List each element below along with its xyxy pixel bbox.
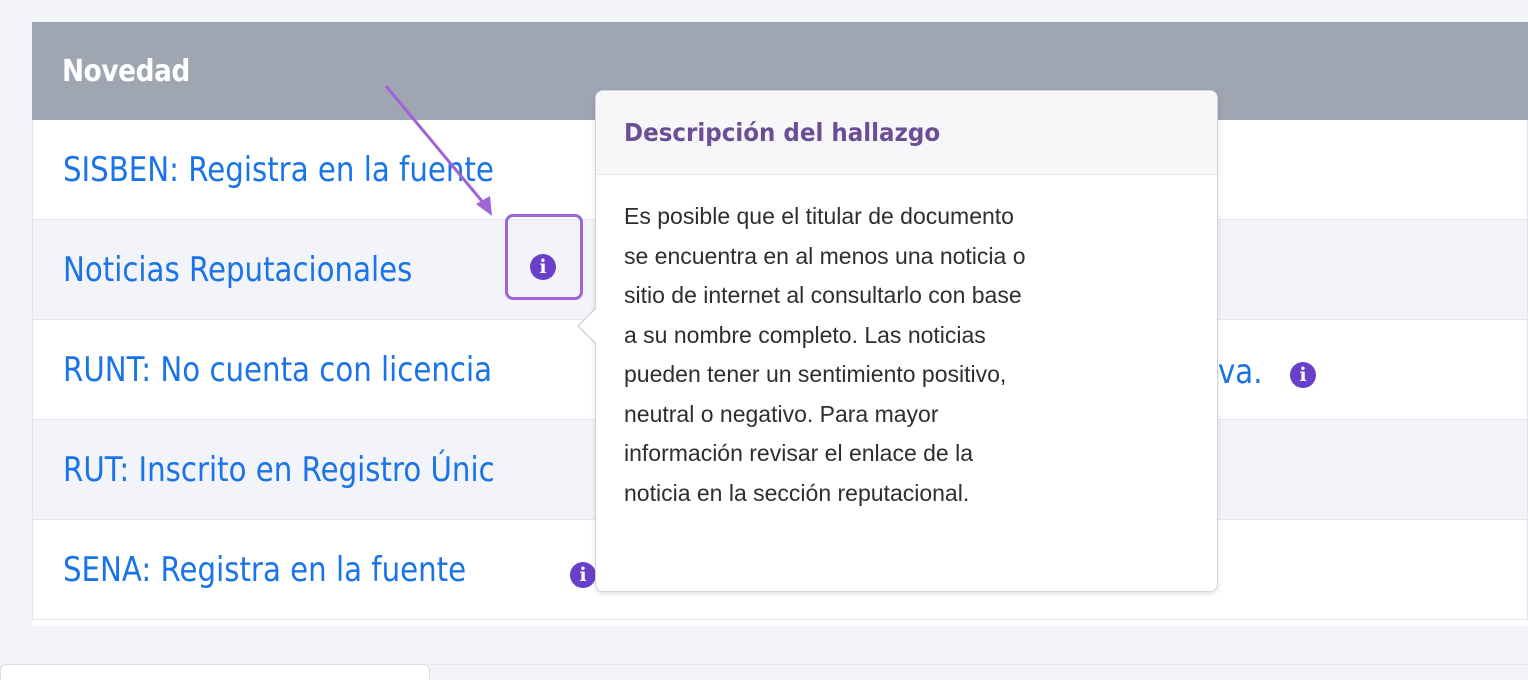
info-icon[interactable]: i <box>570 562 596 588</box>
popover-line: sitio de internet al consultarlo con bas… <box>624 282 1022 308</box>
page-stage: Novedad SISBEN: Registra en la fuente No… <box>0 0 1528 680</box>
row-link-runt[interactable]: RUNT: No cuenta con licencia <box>63 350 492 390</box>
popover-body: Es posible que el titular de documento s… <box>596 175 1217 513</box>
popover-line: pueden tener un sentimiento positivo, <box>624 361 1007 387</box>
row-link-noticias[interactable]: Noticias Reputacionales <box>63 250 412 290</box>
popover-header: Descripción del hallazgo <box>596 91 1217 175</box>
row-link-rut[interactable]: RUT: Inscrito en Registro Únic <box>63 450 495 490</box>
bottom-tab[interactable] <box>0 664 430 680</box>
popover-caret-inner <box>579 309 596 343</box>
popover-line: información revisar el enlace de la <box>624 440 974 466</box>
info-icon[interactable]: i <box>1290 362 1316 388</box>
popover-line: Es posible que el titular de documento <box>624 203 1014 229</box>
popover-line: se encuentra en al menos una noticia o <box>624 242 1026 269</box>
popover-line: a su nombre completo. Las noticias <box>624 321 986 348</box>
row-link-sisben[interactable]: SISBEN: Registra en la fuente <box>63 150 494 190</box>
row-link-sena[interactable]: SENA: Registra en la fuente <box>63 550 466 590</box>
popover-line: neutral o negativo. Para mayor <box>624 400 939 427</box>
annotation-highlight-box <box>505 214 583 300</box>
runt-row-suffix[interactable]: va. <box>1218 352 1263 392</box>
bottom-strip <box>430 664 1528 680</box>
column-header-novedad: Novedad <box>62 53 190 89</box>
finding-description-popover: Descripción del hallazgo Es posible que … <box>595 90 1218 592</box>
popover-line: noticia en la sección reputacional. <box>624 479 970 506</box>
popover-title: Descripción del hallazgo <box>624 118 941 147</box>
